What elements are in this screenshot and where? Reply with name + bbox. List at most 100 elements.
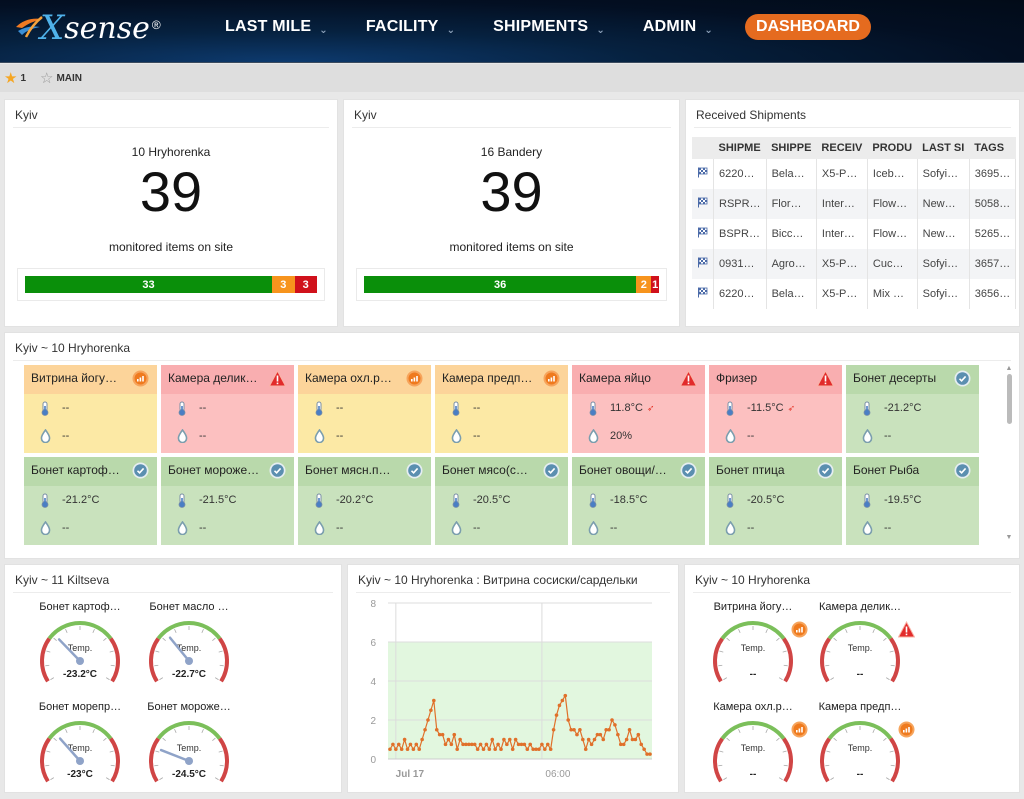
column-header-tags[interactable]: TAGS [969,137,1016,159]
sensor-tile[interactable]: Витрина йогу… -- -- [24,365,157,453]
data-point[interactable] [575,732,579,737]
data-point[interactable] [528,742,533,747]
data-point[interactable] [592,737,597,742]
data-point[interactable] [396,742,401,747]
table-cell[interactable]: Sofyi… [917,159,970,189]
data-point[interactable] [610,718,614,722]
monitored-count[interactable]: 39 [344,164,679,220]
data-point[interactable] [429,708,433,713]
data-point[interactable] [388,747,392,752]
sensor-tile[interactable]: Бонет мясн.п… -20.2°C -- [298,457,431,545]
data-point[interactable] [443,742,448,747]
table-row[interactable]: RSPR… Flor… Inter… Flow… New… 5058… [692,189,1017,219]
monitored-count[interactable]: 39 [5,164,337,220]
dashboard-tab-1[interactable]: 1 [20,73,26,84]
data-point[interactable] [589,742,594,747]
data-point[interactable] [423,727,427,732]
table-cell[interactable]: Iceb… [867,159,918,189]
star-filled-icon[interactable]: ★ [4,71,17,86]
data-point[interactable] [405,747,410,752]
table-row[interactable]: BSPR… Bicc… Inter… Flow… New… 5265… [692,219,1017,249]
data-point[interactable] [394,747,398,752]
alarm-segment[interactable]: 1 [651,276,659,293]
data-point[interactable] [624,737,629,742]
column-header-shipment[interactable]: SHIPME [713,137,767,159]
data-point[interactable] [446,737,451,742]
data-point[interactable] [414,742,419,747]
data-point[interactable] [598,732,603,737]
data-point[interactable] [502,737,506,742]
scrollbar-thumb[interactable] [1006,374,1012,424]
data-point[interactable] [627,727,632,732]
alarm-segment[interactable]: 3 [294,276,317,293]
checkered-flag-icon[interactable] [692,219,714,249]
data-point[interactable] [496,742,500,747]
table-cell[interactable]: Agro… [766,249,817,279]
data-point[interactable] [537,747,541,752]
data-point[interactable] [449,742,454,747]
tiles-scrollbar[interactable]: ▲ ▼ [1004,365,1014,547]
check-circle-icon[interactable] [543,462,560,479]
data-point[interactable] [408,742,413,747]
sensor-tile[interactable]: Бонет мясо(с… -20.5°C -- [435,457,568,545]
data-point[interactable] [481,747,486,752]
nav-dashboard-button[interactable]: DASHBOARD [744,14,871,40]
table-cell[interactable]: Sofyi… [917,279,970,309]
sensor-tile[interactable]: Бонет десерты -21.2°C -- [846,365,979,453]
table-cell[interactable]: 3695… [969,159,1017,189]
data-point[interactable] [505,742,509,747]
table-row[interactable]: 6220… Bela… X5-P… Iceb… Sofyi… 3695… [692,159,1017,189]
table-cell[interactable]: Cuc… [867,249,918,279]
temperature-gauge[interactable]: Камера предп… Temp. -- [810,701,910,783]
data-point[interactable] [478,742,483,747]
data-point[interactable] [548,747,553,752]
table-row[interactable]: 6220… Bela… X5-P… Mix … Sofyi… 3656… [692,279,1017,309]
table-cell[interactable]: X5-P… [816,249,868,279]
data-point[interactable] [493,747,497,752]
table-cell[interactable]: 5265… [969,219,1017,249]
temperature-line-chart[interactable]: 0 2 4 6 8 Jul 17 06:00 [348,593,678,793]
table-cell[interactable]: 3657… [969,249,1017,279]
ok-segment[interactable]: 33 [25,276,273,293]
data-point[interactable] [399,747,404,752]
warning-segment[interactable]: 2 [636,276,652,293]
table-cell[interactable]: Flor… [766,189,817,219]
data-point[interactable] [639,742,644,747]
signal-warning-icon[interactable] [791,721,808,738]
data-point[interactable] [513,737,518,742]
checkered-flag-icon[interactable] [692,189,714,219]
data-point[interactable] [472,742,477,747]
data-point[interactable] [557,703,562,708]
data-point[interactable] [507,737,512,742]
table-cell[interactable]: RSPR… [713,189,767,219]
data-point[interactable] [642,747,646,752]
scroll-down-icon[interactable]: ▼ [1004,534,1014,541]
table-cell[interactable]: 6220… [713,279,767,309]
table-cell[interactable]: Bela… [766,159,817,189]
temperature-gauge[interactable]: Бонет мороже… Temp. -24.5°C [139,701,239,783]
data-point[interactable] [616,732,620,737]
signal-warning-icon[interactable] [898,721,915,738]
sensor-tile[interactable]: Камера охл.р… -- -- [298,365,431,453]
sensor-tile[interactable]: Фризер -11.5°C ➶ -- [709,365,842,453]
alert-triangle-icon[interactable] [816,369,835,387]
nav-shipments[interactable]: SHIPMENTS ⌄ [493,18,605,36]
check-circle-icon[interactable] [954,370,971,387]
scroll-up-icon[interactable]: ▲ [1004,365,1014,372]
data-point[interactable] [458,737,462,742]
table-cell[interactable]: New… [917,189,970,219]
data-point[interactable] [566,718,571,722]
data-point[interactable] [522,742,527,747]
data-point[interactable] [455,747,459,752]
data-point[interactable] [402,737,407,742]
dashboard-tab-main[interactable]: MAIN [56,73,82,84]
temperature-gauge[interactable]: Бонет морепр… Temp. -23°C [30,701,130,783]
signal-warning-icon[interactable] [406,370,423,387]
data-point[interactable] [578,727,582,732]
data-point[interactable] [613,723,617,727]
table-cell[interactable]: New… [917,219,970,249]
data-point[interactable] [543,747,547,752]
data-point[interactable] [484,742,489,747]
data-point[interactable] [440,732,445,737]
check-circle-icon[interactable] [954,462,971,479]
